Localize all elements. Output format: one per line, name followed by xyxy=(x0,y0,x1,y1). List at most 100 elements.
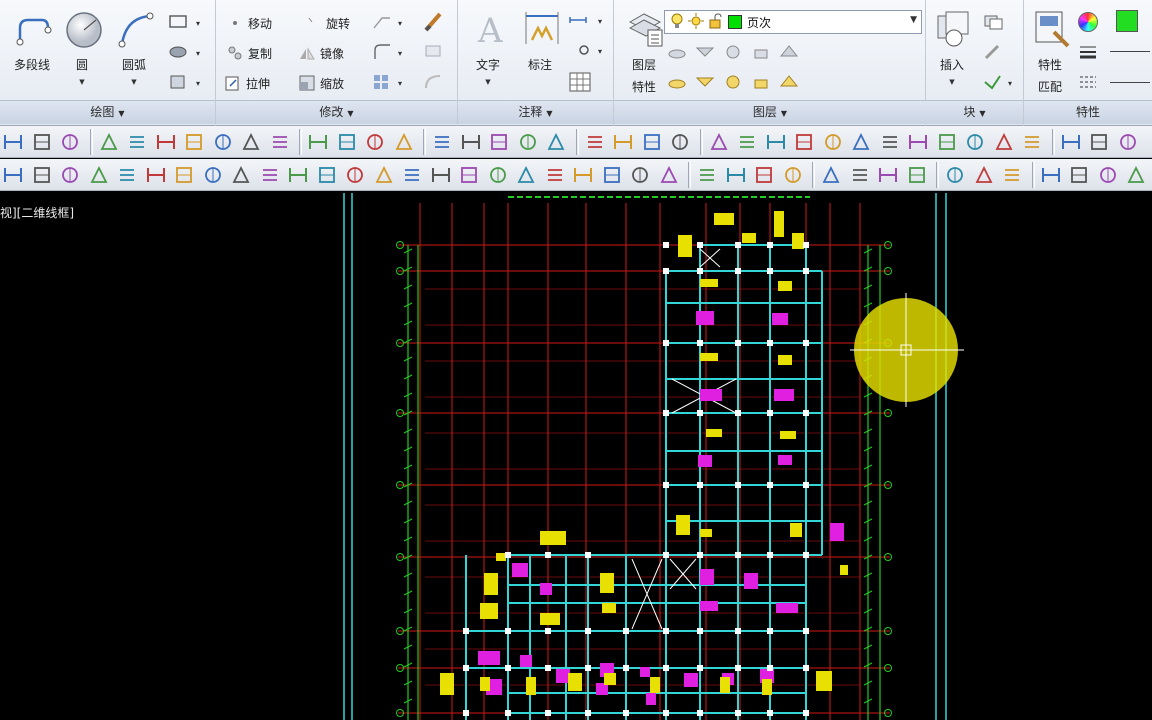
toolbar2-tool-16-icon[interactable] xyxy=(430,164,452,186)
toolbar1-tool-18-icon[interactable] xyxy=(517,131,539,153)
toolbar2-tool-3-icon[interactable] xyxy=(59,164,81,186)
insert-button[interactable]: 插入 ▼ xyxy=(922,6,982,96)
modify-panel-title[interactable]: 修改 ▼ xyxy=(216,100,457,124)
toolbar2-tool-2-icon[interactable] xyxy=(31,164,53,186)
toolbar1-tool-34-icon[interactable] xyxy=(993,131,1015,153)
layer-off-icon[interactable] xyxy=(666,42,688,62)
toolbar1-tool-12-icon[interactable] xyxy=(336,131,358,153)
toolbar1-tool-23-icon[interactable] xyxy=(669,131,691,153)
erase-tool[interactable] xyxy=(422,10,446,34)
toolbar1-tool-21-icon[interactable] xyxy=(612,131,634,153)
toolbar2-tool-24-icon[interactable] xyxy=(658,164,680,186)
toolbar1-tool-24-icon[interactable] xyxy=(708,131,730,153)
toolbar1-tool-30-icon[interactable] xyxy=(879,131,901,153)
create-block-tool[interactable] xyxy=(982,12,1006,32)
circle-button[interactable]: 圆 ▼ xyxy=(52,6,112,96)
toolbar1-tool-14-icon[interactable] xyxy=(393,131,415,153)
toolbar2-tool-6-icon[interactable] xyxy=(145,164,167,186)
toolbar2-tool-32-icon[interactable] xyxy=(906,164,928,186)
lineweight-icon[interactable] xyxy=(1078,44,1098,60)
toolbar2-tool-38-icon[interactable] xyxy=(1097,164,1119,186)
toolbar2-tool-26-icon[interactable] xyxy=(725,164,747,186)
fillet-tool[interactable]: ▾ xyxy=(372,42,412,62)
trim-tool[interactable]: ▾ xyxy=(372,12,412,32)
circle-dropdown-icon[interactable]: ▼ xyxy=(52,78,112,86)
viewport-label[interactable]: 视][二维线框] xyxy=(0,204,74,221)
toolbar1-tool-35-icon[interactable] xyxy=(1021,131,1043,153)
linetype-sample[interactable] xyxy=(1110,82,1150,83)
toolbar2-tool-12-icon[interactable] xyxy=(316,164,338,186)
toolbar1-tool-3-icon[interactable] xyxy=(59,131,81,153)
properties-panel-title[interactable]: 特性 xyxy=(1024,100,1152,124)
dimension-button[interactable]: 标注 xyxy=(510,6,570,96)
toolbar2-tool-11-icon[interactable] xyxy=(287,164,309,186)
toolbar1-tool-17-icon[interactable] xyxy=(488,131,510,153)
edit-attribute-tool[interactable]: ▾ xyxy=(982,72,1018,92)
toolbar2-tool-1-icon[interactable] xyxy=(2,164,24,186)
toolbar2-tool-4-icon[interactable] xyxy=(88,164,110,186)
toolbar1-tool-33-icon[interactable] xyxy=(964,131,986,153)
toolbar1-tool-5-icon[interactable] xyxy=(126,131,148,153)
toolbar1-tool-16-icon[interactable] xyxy=(460,131,482,153)
arc-dropdown-icon[interactable]: ▼ xyxy=(104,78,164,86)
toolbar2-tool-20-icon[interactable] xyxy=(544,164,566,186)
rotate-button[interactable]: 旋转 xyxy=(304,12,350,34)
layers-panel-title[interactable]: 图层 ▼ xyxy=(614,100,926,124)
copy-button[interactable]: 复制 xyxy=(226,42,272,64)
toolbar2-tool-34-icon[interactable] xyxy=(973,164,995,186)
toolbar1-tool-10-icon[interactable] xyxy=(269,131,291,153)
edit-block-tool[interactable] xyxy=(982,42,1006,62)
toolbar1-tool-4-icon[interactable] xyxy=(98,131,120,153)
color-swatch-green[interactable] xyxy=(1116,10,1138,32)
color-wheel-icon[interactable] xyxy=(1078,12,1098,32)
toolbar2-tool-36-icon[interactable] xyxy=(1040,164,1062,186)
stretch-button[interactable]: 拉伸 xyxy=(224,72,270,94)
toolbar1-tool-22-icon[interactable] xyxy=(641,131,663,153)
toolbar2-tool-22-icon[interactable] xyxy=(601,164,623,186)
mirror-button[interactable]: 镜像 xyxy=(298,42,344,64)
layer-freeze-icon[interactable] xyxy=(722,42,744,62)
hatch-tool[interactable]: ▾ xyxy=(168,42,208,62)
toolbar2-tool-5-icon[interactable] xyxy=(116,164,138,186)
drawing-canvas[interactable]: 视][二维线框] xyxy=(0,193,1152,720)
toolbar2-tool-13-icon[interactable] xyxy=(344,164,366,186)
linear-dim-tool[interactable]: ▾ xyxy=(568,10,608,30)
layer-thaw-icon[interactable] xyxy=(722,72,744,92)
toolbar1-tool-11-icon[interactable] xyxy=(307,131,329,153)
layer-dropdown[interactable]: 页次 ▼ xyxy=(664,10,922,34)
toolbar1-tool-6-icon[interactable] xyxy=(155,131,177,153)
annotation-panel-title[interactable]: 注释 ▼ xyxy=(458,100,613,124)
toolbar1-tool-28-icon[interactable] xyxy=(822,131,844,153)
text-button[interactable]: A 文字 ▼ xyxy=(458,6,518,96)
toolbar2-tool-17-icon[interactable] xyxy=(458,164,480,186)
toolbar1-tool-2-icon[interactable] xyxy=(31,131,53,153)
layer-isolate-icon[interactable] xyxy=(694,42,716,62)
toolbar2-tool-19-icon[interactable] xyxy=(515,164,537,186)
toolbar2-tool-23-icon[interactable] xyxy=(629,164,651,186)
toolbar2-tool-31-icon[interactable] xyxy=(877,164,899,186)
toolbar2-tool-14-icon[interactable] xyxy=(373,164,395,186)
toolbar1-tool-1-icon[interactable] xyxy=(2,131,24,153)
table-tool[interactable] xyxy=(568,70,592,94)
toolbar1-tool-38-icon[interactable] xyxy=(1117,131,1139,153)
linetype-icon[interactable] xyxy=(1078,74,1098,90)
toolbar2-tool-10-icon[interactable] xyxy=(259,164,281,186)
explode-tool[interactable] xyxy=(422,40,446,64)
block-panel-title[interactable]: 块 ▼ xyxy=(926,100,1023,124)
toolbar2-tool-21-icon[interactable] xyxy=(572,164,594,186)
layer-unlock-icon[interactable] xyxy=(750,72,772,92)
arc-button[interactable]: 圆弧 ▼ xyxy=(104,6,164,96)
toolbar1-tool-27-icon[interactable] xyxy=(793,131,815,153)
toolbar1-tool-7-icon[interactable] xyxy=(183,131,205,153)
toolbar2-tool-18-icon[interactable] xyxy=(487,164,509,186)
toolbar2-tool-35-icon[interactable] xyxy=(1001,164,1023,186)
toolbar1-tool-31-icon[interactable] xyxy=(907,131,929,153)
toolbar1-tool-29-icon[interactable] xyxy=(850,131,872,153)
toolbar1-tool-8-icon[interactable] xyxy=(212,131,234,153)
toolbar2-tool-25-icon[interactable] xyxy=(696,164,718,186)
toolbar2-tool-28-icon[interactable] xyxy=(782,164,804,186)
match-properties-button[interactable]: 特性 匹配 xyxy=(1020,6,1080,96)
toolbar2-tool-39-icon[interactable] xyxy=(1125,164,1147,186)
toolbar1-tool-13-icon[interactable] xyxy=(364,131,386,153)
layer-walk-icon[interactable] xyxy=(694,72,716,92)
